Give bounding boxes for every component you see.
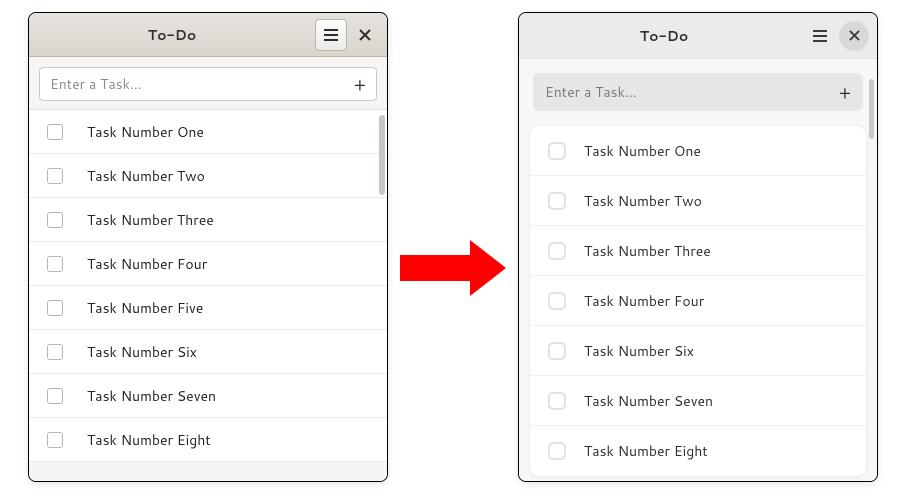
task-label: Task Number One	[87, 122, 204, 142]
task-row[interactable]: Task Number Four	[530, 276, 866, 326]
task-label: Task Number Six	[87, 342, 197, 362]
task-label: Task Number Two	[87, 166, 205, 186]
task-checkbox[interactable]	[47, 256, 63, 272]
task-row[interactable]: Task Number Five	[29, 286, 387, 330]
task-label: Task Number Two	[584, 191, 702, 211]
task-row[interactable]: Task Number Six	[29, 330, 387, 374]
task-row[interactable]: Task Number Two	[530, 176, 866, 226]
task-row[interactable]: Task Number Three	[29, 198, 387, 242]
task-row[interactable]: Task Number Four	[29, 242, 387, 286]
task-checkbox[interactable]	[47, 168, 63, 184]
plus-icon: +	[839, 79, 851, 105]
transition-arrow	[400, 240, 506, 296]
task-checkbox[interactable]	[47, 344, 63, 360]
task-label: Task Number One	[584, 141, 701, 161]
task-list-container: Task Number One Task Number Two Task Numbe…	[519, 121, 877, 477]
task-checkbox[interactable]	[548, 242, 566, 260]
todo-window-old: To-Do Enter a Task… + Task Number OneTas…	[28, 12, 388, 482]
task-checkbox[interactable]	[548, 442, 566, 460]
window-title: To-Do	[527, 26, 801, 46]
task-row[interactable]: Task Number One	[29, 110, 387, 154]
new-task-entry[interactable]: Enter a Task… +	[39, 67, 377, 101]
menu-button[interactable]	[805, 21, 835, 51]
task-checkbox[interactable]	[548, 392, 566, 410]
task-row[interactable]: Task Number Seven	[530, 376, 866, 426]
task-row[interactable]: Task Number Three	[530, 226, 866, 276]
task-label: Task Number Seven	[584, 391, 713, 411]
task-checkbox[interactable]	[47, 300, 63, 316]
task-label: Task Number Six	[584, 341, 694, 361]
task-label: Task Number Four	[584, 291, 704, 311]
todo-window-new: To-Do Enter a Task… + Task Number OneTas…	[518, 12, 878, 482]
task-label: Task Number Seven	[87, 386, 216, 406]
entry-placeholder: Enter a Task…	[50, 74, 354, 94]
entry-placeholder: Enter a Task…	[545, 82, 839, 102]
task-row[interactable]: Task Number Eight	[29, 418, 387, 462]
headerbar: To-Do	[519, 13, 877, 59]
task-row[interactable]: Task Number Seven	[29, 374, 387, 418]
task-list: Task Number One Task Number Two Task Numbe…	[29, 109, 387, 462]
task-checkbox[interactable]	[47, 212, 63, 228]
task-checkbox[interactable]	[548, 142, 566, 160]
task-checkbox[interactable]	[548, 192, 566, 210]
task-row[interactable]: Task Number Eight	[530, 426, 866, 476]
task-checkbox[interactable]	[548, 342, 566, 360]
scrollbar[interactable]	[379, 115, 385, 195]
menu-button[interactable]	[315, 19, 347, 51]
close-icon	[849, 30, 860, 41]
window-title: To-Do	[35, 25, 309, 45]
task-row[interactable]: Task Number Two	[29, 154, 387, 198]
task-label: Task Number Three	[584, 241, 711, 261]
close-button[interactable]	[839, 21, 869, 51]
task-row[interactable]: Task Number Six	[530, 326, 866, 376]
task-label: Task Number Eight	[584, 441, 708, 461]
close-button[interactable]	[349, 19, 381, 51]
headerbar: To-Do	[29, 13, 387, 57]
plus-icon: +	[354, 71, 366, 97]
task-checkbox[interactable]	[47, 388, 63, 404]
task-label: Task Number Four	[87, 254, 207, 274]
task-row[interactable]: Task Number One	[530, 126, 866, 176]
task-label: Task Number Eight	[87, 430, 211, 450]
hamburger-icon	[813, 30, 827, 42]
task-list: Task Number One Task Number Two Task Numbe…	[529, 125, 867, 477]
new-task-entry[interactable]: Enter a Task… +	[533, 73, 863, 111]
task-checkbox[interactable]	[47, 432, 63, 448]
scrollbar[interactable]	[869, 79, 874, 139]
task-label: Task Number Three	[87, 210, 214, 230]
hamburger-icon	[324, 29, 338, 41]
window-body: Enter a Task… + Task Number OneTask Numb…	[29, 57, 387, 481]
close-icon	[359, 29, 371, 41]
window-body: Enter a Task… + Task Number OneTask Numb…	[519, 59, 877, 481]
task-label: Task Number Five	[87, 298, 203, 318]
task-checkbox[interactable]	[47, 124, 63, 140]
task-checkbox[interactable]	[548, 292, 566, 310]
